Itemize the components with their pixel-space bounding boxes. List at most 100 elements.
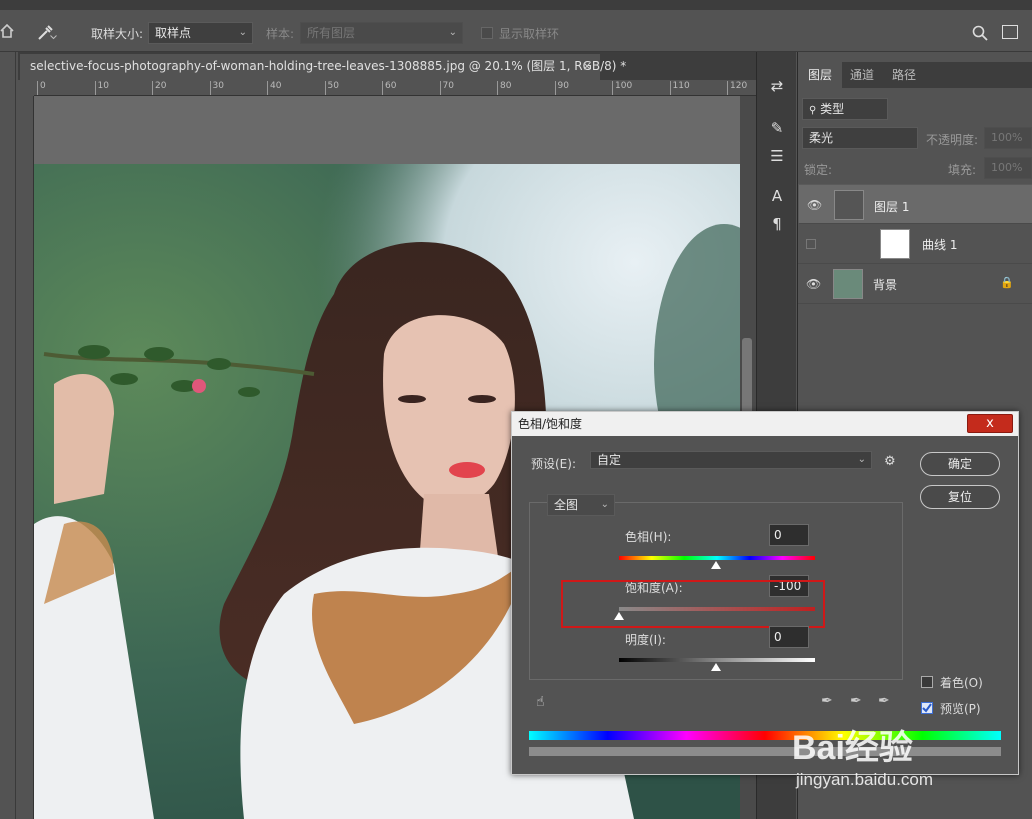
watermark-brand: Bai经验 (792, 729, 913, 767)
dialog-title: 色相/饱和度 (512, 412, 1018, 436)
tab-channels[interactable]: 通道 (840, 62, 884, 88)
ruler-tick-label: 20 (152, 81, 166, 95)
fill-label: 填充: (948, 163, 977, 177)
close-icon[interactable]: × (582, 54, 592, 78)
blend-mode-value: 柔光 (809, 131, 834, 145)
layer-name: 曲线 1 (922, 238, 958, 252)
layer-name: 图层 1 (874, 200, 910, 214)
lightness-slider-track[interactable] (619, 658, 815, 662)
tab-layers[interactable]: 图层 (798, 62, 843, 88)
channel-select[interactable]: 全图 ⌄ (547, 494, 615, 516)
ok-button[interactable]: 确定 (920, 452, 1000, 476)
fill-value: 100% (991, 161, 1023, 174)
eye-icon[interactable]: 👁 (807, 198, 822, 212)
layer-mask-thumbnail (880, 229, 910, 259)
hue-label: 色相(H): (625, 530, 672, 544)
search-icon: ⚲ (809, 105, 817, 116)
ruler-tick-label: 0 (37, 81, 46, 95)
ruler-tick-label: 120 (727, 81, 747, 95)
chevron-down-icon: ⌄ (600, 499, 609, 510)
menu-bar (0, 0, 1032, 10)
ruler-tick-label: 50 (324, 81, 339, 95)
reset-button[interactable]: 复位 (920, 485, 1000, 509)
history-icon[interactable]: ⇄ (767, 76, 787, 96)
layer-row[interactable]: 曲线 1 (798, 224, 1032, 264)
sample-size-label: 取样大小: (91, 27, 144, 41)
layer-thumbnail (833, 269, 863, 299)
layer-filter-value: 类型 (820, 102, 845, 116)
ruler-tick-label: 70 (439, 81, 454, 95)
eyedropper-minus-icon[interactable]: ✒ (878, 693, 896, 711)
character-icon[interactable]: A (767, 186, 787, 206)
horizontal-ruler: 0 10 20 30 40 50 60 70 80 90 100 110 120 (34, 80, 756, 96)
chevron-down-icon: ⌄ (448, 27, 457, 38)
opacity-label: 不透明度: (926, 133, 979, 147)
search-icon[interactable] (972, 25, 988, 41)
targeted-adjustment-icon[interactable]: ☝ (536, 694, 545, 710)
opacity-value: 100% (991, 131, 1023, 144)
scrollbar-thumb[interactable] (742, 338, 752, 418)
vertical-ruler (18, 96, 34, 819)
home-icon[interactable] (0, 23, 14, 38)
sample-select[interactable]: 所有图层 ⌄ (300, 22, 463, 44)
ruler-tick-label: 100 (612, 81, 632, 95)
lock-label: 锁定: (804, 163, 833, 177)
watermark-url: jingyan.baidu.com (796, 770, 934, 789)
ruler-tick-label: 90 (554, 81, 569, 95)
layer-thumbnail (834, 190, 864, 220)
ruler-tick-label: 60 (382, 81, 396, 95)
show-ring-label: 显示取样环 (499, 27, 560, 41)
eyedropper-icon[interactable]: ✒ (821, 693, 839, 711)
eye-icon[interactable]: 👁 (806, 277, 821, 291)
fill-field[interactable]: 100% (984, 157, 1032, 179)
preset-select[interactable]: 自定 ⌄ (590, 451, 872, 469)
lightness-input[interactable]: 0 (769, 626, 809, 648)
ruler-tick-label: 40 (267, 81, 281, 95)
ruler-tick-label: 30 (209, 81, 224, 95)
lightness-label: 明度(I): (625, 633, 666, 647)
highlight-box (561, 580, 825, 628)
layer-name: 背景 (873, 278, 898, 292)
lock-icon: 🔒 (1000, 276, 1014, 289)
close-button[interactable]: x (967, 414, 1013, 433)
layer-row[interactable]: 👁 图层 1 (798, 184, 1032, 224)
opacity-field[interactable]: 100% (984, 127, 1032, 149)
panel-tabs: 图层 通道 路径 (798, 62, 1032, 88)
blend-mode-select[interactable]: 柔光 (802, 127, 918, 149)
preset-value: 自定 (597, 453, 622, 467)
chevron-down-icon: ⌄ (857, 454, 866, 465)
properties-icon[interactable]: ☰ (767, 146, 787, 166)
eyedropper-plus-icon[interactable]: ✒ (850, 693, 868, 711)
hue-slider-handle[interactable] (711, 561, 721, 569)
tab-paths[interactable]: 路径 (882, 62, 926, 88)
document-title: selective-focus-photography-of-woman-hol… (30, 59, 627, 73)
gear-icon[interactable]: ⚙ (884, 454, 896, 469)
document-tab[interactable]: selective-focus-photography-of-woman-hol… (20, 54, 626, 80)
lightness-slider-handle[interactable] (711, 663, 721, 671)
visibility-toggle[interactable] (806, 239, 816, 249)
chevron-down-icon: ⌄ (238, 27, 247, 38)
paragraph-icon[interactable]: ¶ (767, 214, 787, 234)
hue-slider-track[interactable] (619, 556, 815, 560)
sample-size-value: 取样点 (155, 26, 192, 40)
sample-label: 样本: (266, 27, 295, 41)
sample-size-select[interactable]: 取样点 ⌄ (148, 22, 253, 44)
ruler-tick-label: 110 (669, 81, 690, 95)
ruler-tick-label: 10 (94, 81, 109, 95)
eyedropper-tool-icon[interactable] (36, 22, 58, 42)
workspace-icon[interactable] (1002, 25, 1018, 39)
tools-panel (0, 52, 16, 819)
channel-value: 全图 (554, 498, 579, 512)
watermark: Bai经验 jingyan.baidu.com (792, 712, 992, 802)
brush-settings-icon[interactable]: ✎ (767, 118, 787, 138)
colorize-checkbox[interactable] (921, 676, 933, 688)
layer-filter-select[interactable]: ⚲ 类型 (802, 98, 888, 120)
sample-value: 所有图层 (307, 26, 356, 40)
layer-row[interactable]: 👁 背景 🔒 (798, 264, 1032, 304)
hue-input[interactable]: 0 (769, 524, 809, 546)
options-bar: 取样大小: 取样点 ⌄ 样本: 所有图层 ⌄ 显示取样环 (0, 14, 1032, 52)
colorize-label: 着色(O) (940, 676, 983, 690)
show-ring-checkbox[interactable] (481, 27, 493, 39)
photoshop-window: 取样大小: 取样点 ⌄ 样本: 所有图层 ⌄ 显示取样环 selective-f… (0, 0, 1032, 819)
preset-label: 预设(E): (531, 457, 576, 471)
